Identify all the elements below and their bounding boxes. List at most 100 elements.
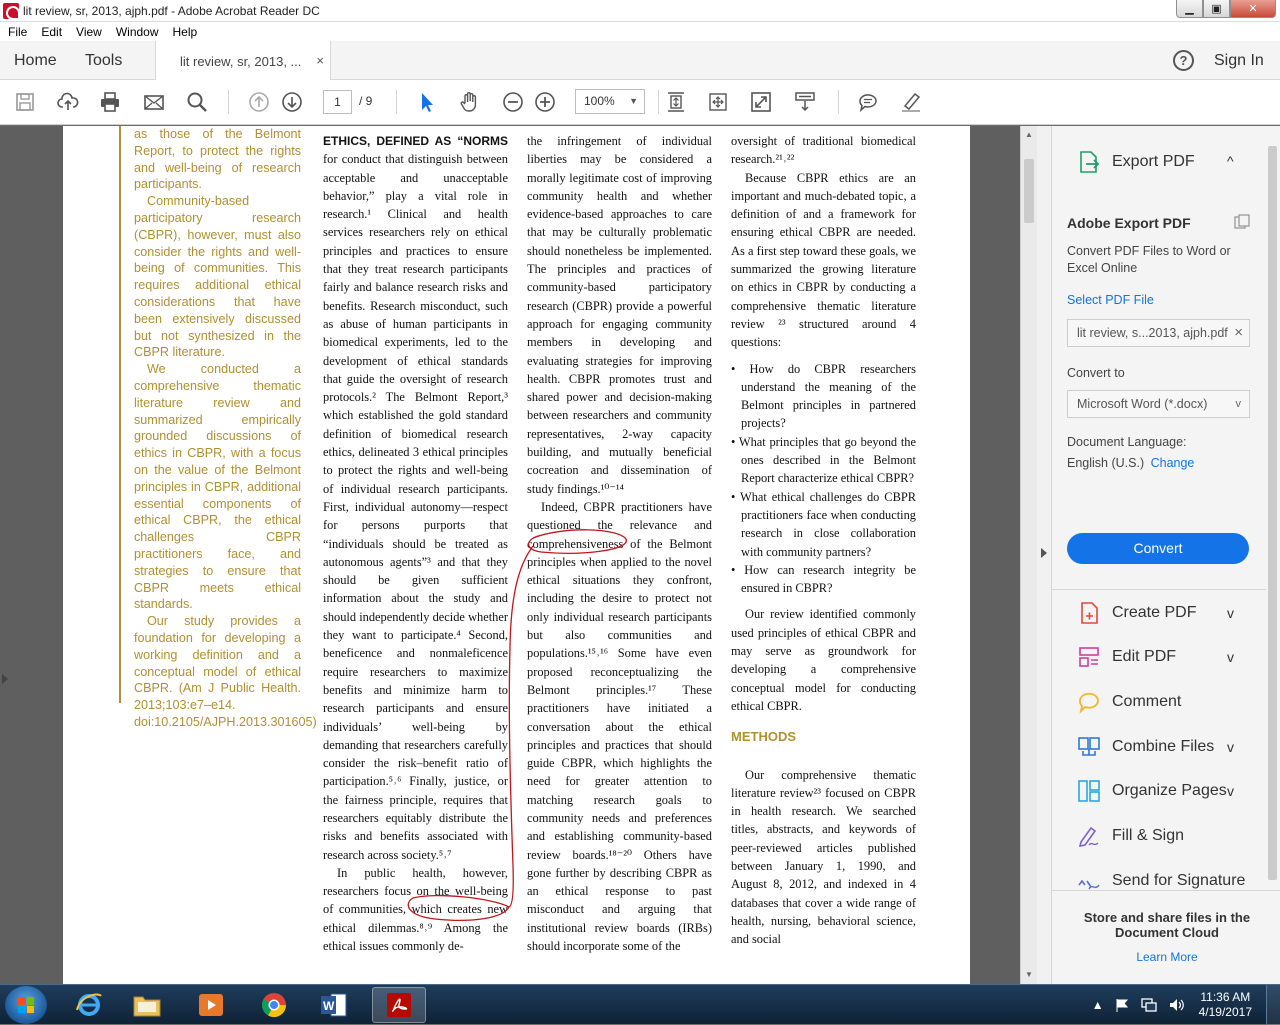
taskbar-file-explorer[interactable] — [120, 987, 174, 1023]
document-viewport[interactable]: as those of the Belmont Report, to prote… — [0, 126, 1020, 984]
fill-sign-icon — [1078, 826, 1099, 848]
right-panel-toggle[interactable] — [1037, 126, 1051, 984]
chevron-down-icon: v — [1227, 605, 1234, 621]
sign-in-link[interactable]: Sign In — [1214, 52, 1264, 70]
system-tray: ▲ 11:36 AM 4/19/2017 — [1087, 985, 1280, 1025]
close-window-button[interactable]: ✕ — [1230, 0, 1276, 18]
chevron-up-icon[interactable]: ^ — [1227, 153, 1234, 169]
network-icon[interactable] — [1140, 997, 1158, 1013]
hand-icon[interactable] — [458, 90, 482, 114]
start-button[interactable] — [5, 986, 47, 1024]
menu-window[interactable]: Window — [116, 25, 159, 39]
select-cursor-icon[interactable] — [415, 90, 439, 114]
scroll-mode-icon[interactable] — [793, 90, 817, 114]
text-column-3: oversight of traditional biomedical rese… — [731, 132, 916, 948]
zoom-select[interactable]: 100% ▼ — [575, 89, 645, 114]
tool-combine-files[interactable]: Combine Files v — [1077, 735, 1267, 759]
tab-tools[interactable]: Tools — [85, 52, 122, 70]
fit-page-icon[interactable] — [664, 90, 688, 114]
select-pdf-file-link[interactable]: Select PDF File — [1067, 293, 1154, 307]
tool-edit-pdf[interactable]: Edit PDF v — [1077, 645, 1267, 669]
chevron-down-icon: v — [1227, 649, 1234, 665]
search-icon[interactable] — [185, 90, 209, 114]
menu-view[interactable]: View — [76, 25, 102, 39]
export-title: Adobe Export PDF — [1067, 215, 1191, 231]
document-language-label: Document Language: — [1067, 435, 1187, 449]
list-item: What ethical challenges do CBPR practiti… — [731, 488, 916, 561]
rotate-view-icon[interactable] — [706, 90, 730, 114]
tools-pane-scrollbar[interactable] — [1265, 126, 1280, 888]
clear-file-icon[interactable]: × — [1234, 320, 1243, 346]
learn-more-link[interactable]: Learn More — [1072, 950, 1262, 964]
acrobat-icon — [387, 993, 411, 1017]
taskbar-acrobat-reader[interactable] — [372, 987, 426, 1023]
menu-file[interactable]: File — [8, 25, 27, 39]
chevron-down-icon: v — [1235, 398, 1242, 410]
tool-fill-sign[interactable]: Fill & Sign — [1077, 824, 1267, 848]
export-pdf-header[interactable]: Export PDF — [1077, 150, 1195, 174]
maximize-button[interactable]: ▣ — [1203, 0, 1230, 18]
minimize-button[interactable]: ▁ — [1176, 0, 1203, 18]
tray-expand-icon[interactable]: ▲ — [1092, 998, 1104, 1012]
page-up-icon[interactable] — [247, 90, 271, 114]
tab-document[interactable]: lit review, sr, 2013, ... × — [155, 41, 331, 81]
document-scrollbar[interactable]: ▲ ▼ — [1020, 126, 1037, 984]
email-icon[interactable] — [142, 90, 166, 114]
taskbar-media-player[interactable] — [184, 987, 238, 1023]
svg-text:W: W — [323, 999, 335, 1013]
body-paragraph: Our comprehensive thematic literature re… — [731, 767, 916, 947]
zoom-out-icon[interactable] — [501, 90, 525, 114]
full-screen-icon[interactable] — [749, 90, 773, 114]
format-select[interactable]: Microsoft Word (*.docx) v — [1067, 390, 1250, 418]
tab-home[interactable]: Home — [14, 52, 57, 70]
export-info-icon[interactable] — [1234, 214, 1250, 230]
selected-file-field[interactable]: lit review, s...2013, ajph.pdf × — [1067, 319, 1250, 347]
action-center-flag-icon[interactable] — [1114, 997, 1130, 1013]
section-lead-heading: ETHICS, DEFINED AS “NORMS — [323, 134, 508, 148]
convert-button[interactable]: Convert — [1067, 533, 1249, 564]
edit-pdf-icon — [1079, 647, 1099, 667]
scrollbar-thumb[interactable] — [1268, 146, 1277, 880]
change-language-link[interactable]: Change — [1151, 456, 1195, 470]
tool-organize-pages[interactable]: Organize Pages v — [1077, 779, 1267, 803]
tool-comment[interactable]: Comment — [1077, 690, 1267, 714]
collapse-panel-icon[interactable] — [1041, 548, 1047, 558]
list-item: How can research integrity be ensured in… — [731, 561, 916, 598]
scroll-down-icon[interactable]: ▼ — [1025, 970, 1033, 979]
zoom-in-icon[interactable] — [533, 90, 557, 114]
close-tab-icon[interactable]: × — [316, 53, 324, 68]
print-icon[interactable] — [98, 90, 122, 114]
menu-help[interactable]: Help — [173, 25, 198, 39]
format-value: Microsoft Word (*.docx) — [1077, 397, 1208, 411]
word-icon: W — [321, 993, 347, 1017]
menu-edit[interactable]: Edit — [41, 25, 62, 39]
body-paragraph: Because CBPR ethics are an important and… — [731, 170, 916, 350]
show-desktop-button[interactable] — [1266, 985, 1280, 1025]
tool-label: Send for Signature — [1112, 872, 1246, 889]
page-total: / 9 — [359, 94, 373, 108]
menu-bar: File Edit View Window Help — [0, 22, 1280, 41]
comment-icon[interactable] — [856, 90, 880, 114]
export-pdf-icon — [1080, 151, 1100, 173]
help-icon[interactable]: ? — [1173, 50, 1194, 71]
scroll-up-icon[interactable]: ▲ — [1025, 130, 1033, 139]
tool-create-pdf[interactable]: Create PDF v — [1077, 601, 1267, 625]
highlight-pen-icon[interactable] — [899, 90, 923, 114]
scrollbar-thumb[interactable] — [1024, 159, 1034, 223]
page-down-icon[interactable] — [280, 90, 304, 114]
toolbar-separator — [228, 90, 229, 114]
volume-icon[interactable] — [1168, 997, 1186, 1013]
upload-icon[interactable] — [56, 90, 80, 114]
taskbar-internet-explorer[interactable] — [62, 987, 116, 1023]
body-paragraph: for conduct that distinguish between acc… — [323, 152, 508, 862]
save-icon[interactable] — [13, 90, 37, 114]
toolbar-separator — [838, 90, 839, 114]
taskbar-word[interactable]: W — [307, 987, 361, 1023]
body-paragraph: oversight of traditional biomedical rese… — [731, 134, 916, 167]
taskbar-chrome[interactable] — [247, 987, 301, 1023]
abstract-paragraph: as those of the Belmont Report, to prote… — [134, 127, 301, 192]
page-number-input[interactable]: 1 — [323, 90, 352, 114]
document-language-value: English (U.S.) Change — [1067, 456, 1194, 470]
left-panel-toggle-icon[interactable] — [2, 674, 8, 684]
system-clock[interactable]: 11:36 AM 4/19/2017 — [1199, 990, 1252, 1020]
